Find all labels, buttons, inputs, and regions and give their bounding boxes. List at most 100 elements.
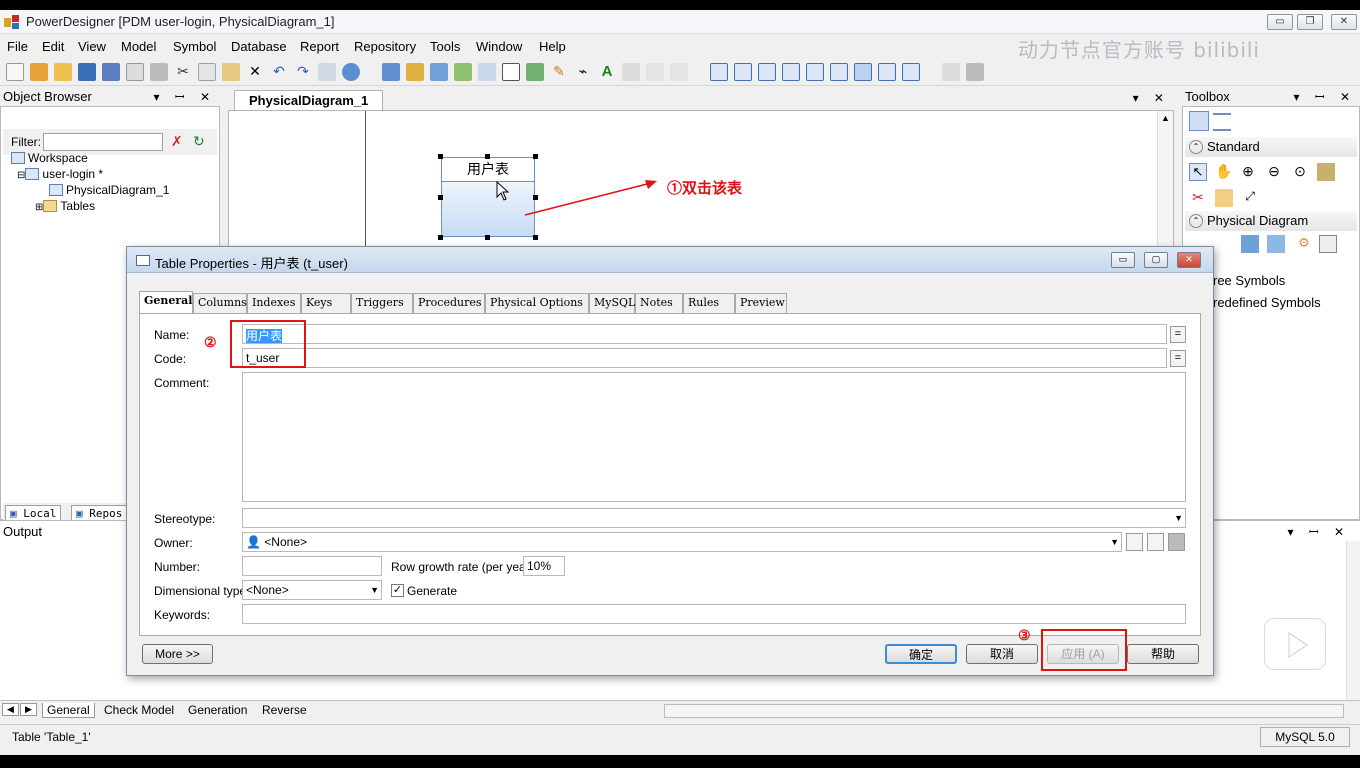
hand-tool-icon[interactable]: ✋ bbox=[1215, 163, 1233, 181]
owner-properties-icon[interactable] bbox=[1168, 533, 1185, 551]
name-field[interactable]: 用户表 bbox=[242, 324, 1167, 344]
arrow-right-icon[interactable] bbox=[670, 63, 688, 81]
tab-keys[interactable]: Keys bbox=[301, 293, 351, 313]
save-icon[interactable] bbox=[78, 63, 96, 81]
font-icon[interactable]: A bbox=[598, 63, 616, 81]
tree-item-diagram[interactable]: PhysicalDiagram_1 bbox=[49, 183, 169, 197]
cut-icon[interactable]: ✂ bbox=[174, 63, 192, 81]
save-all-icon[interactable] bbox=[102, 63, 120, 81]
new-owner-icon[interactable] bbox=[1126, 533, 1143, 551]
comment-field[interactable] bbox=[242, 372, 1186, 502]
dialog-maximize-button[interactable]: ▢ bbox=[1144, 252, 1168, 268]
layout-5-icon[interactable] bbox=[806, 63, 824, 81]
print-preview-icon[interactable] bbox=[126, 63, 144, 81]
pencil-icon[interactable]: ✎ bbox=[550, 63, 568, 81]
menu-view[interactable]: View bbox=[78, 39, 106, 54]
help-button[interactable]: 帮助 bbox=[1127, 644, 1199, 664]
paste-icon[interactable] bbox=[222, 63, 240, 81]
tab-columns[interactable]: Columns bbox=[193, 293, 247, 313]
redo-icon[interactable]: ↷ bbox=[294, 63, 312, 81]
new-model-icon[interactable] bbox=[30, 63, 48, 81]
menu-help[interactable]: Help bbox=[539, 39, 566, 54]
output-tab-reverse[interactable]: Reverse bbox=[258, 703, 311, 717]
dimensional-type-select[interactable]: <None> ▼ bbox=[242, 580, 382, 600]
new-icon[interactable] bbox=[6, 63, 24, 81]
pointer-tool-icon[interactable]: ↖ bbox=[1189, 163, 1207, 181]
arrow-left-icon[interactable] bbox=[646, 63, 664, 81]
open-icon[interactable] bbox=[54, 63, 72, 81]
copy-icon[interactable] bbox=[198, 63, 216, 81]
diagram-pane-controls[interactable]: ▾ ✕ bbox=[1133, 91, 1170, 105]
menu-repository[interactable]: Repository bbox=[354, 39, 416, 54]
cut-tool-icon[interactable]: ✂ bbox=[1189, 189, 1207, 207]
align-icon[interactable] bbox=[622, 63, 640, 81]
browse-icon[interactable] bbox=[342, 63, 360, 81]
export-icon[interactable] bbox=[942, 63, 960, 81]
tab-mysql[interactable]: MySQL bbox=[589, 293, 635, 313]
tab-physical-diagram[interactable]: PhysicalDiagram_1 bbox=[234, 90, 384, 110]
layout-3-icon[interactable] bbox=[758, 63, 776, 81]
tab-scroll-right-icon[interactable]: ▶ bbox=[20, 703, 37, 716]
table-tool-icon[interactable] bbox=[1241, 235, 1259, 253]
keywords-field[interactable] bbox=[242, 604, 1186, 624]
tree-item-workspace[interactable]: Workspace bbox=[11, 151, 88, 165]
undo-icon[interactable]: ↶ bbox=[270, 63, 288, 81]
row-growth-field[interactable]: 10% bbox=[523, 556, 565, 576]
tab-scroll-left-icon[interactable]: ◀ bbox=[2, 703, 19, 716]
dialog-minimize-button[interactable]: ▭ bbox=[1111, 252, 1135, 268]
cancel-button[interactable]: 取消 bbox=[966, 644, 1038, 664]
output-tab-general[interactable]: General bbox=[42, 703, 95, 718]
check-model-icon[interactable] bbox=[454, 63, 472, 81]
output-tab-generation[interactable]: Generation bbox=[184, 703, 251, 717]
selection-handle[interactable] bbox=[533, 235, 538, 240]
zoom-view-icon[interactable] bbox=[854, 63, 872, 81]
tab-general[interactable]: General bbox=[139, 291, 193, 313]
filter-input[interactable] bbox=[43, 133, 163, 151]
zoom-in-icon[interactable]: ⊕ bbox=[1239, 163, 1257, 181]
tree-item-model[interactable]: ⊟ user-login * bbox=[17, 167, 103, 181]
properties-icon[interactable] bbox=[318, 63, 336, 81]
link-tool-icon[interactable]: ⤢ bbox=[1241, 189, 1259, 207]
menu-model[interactable]: Model bbox=[121, 39, 156, 54]
tree-item-tables[interactable]: ⊞ Tables bbox=[35, 199, 95, 213]
selection-handle[interactable] bbox=[438, 235, 443, 240]
menu-file[interactable]: File bbox=[7, 39, 28, 54]
selection-handle[interactable] bbox=[533, 154, 538, 159]
diagram-icon[interactable] bbox=[430, 63, 448, 81]
brush-icon[interactable]: ⌁ bbox=[574, 63, 592, 81]
selection-handle[interactable] bbox=[438, 195, 443, 200]
output-pane-controls[interactable]: ▾ ꟷ ✕ bbox=[1287, 523, 1350, 540]
model-icon[interactable] bbox=[382, 63, 400, 81]
tab-procedures[interactable]: Procedures bbox=[413, 293, 485, 313]
output-tab-check-model[interactable]: Check Model bbox=[100, 703, 178, 717]
package-icon[interactable] bbox=[406, 63, 424, 81]
dialog-close-button[interactable]: ✕ bbox=[1177, 252, 1201, 268]
grid-icon[interactable] bbox=[526, 63, 544, 81]
pane-controls[interactable]: ▾ ꟷ ✕ bbox=[153, 88, 216, 106]
close-button[interactable]: ✕ bbox=[1331, 14, 1357, 30]
procedure-tool-icon[interactable]: ⚙ bbox=[1295, 235, 1313, 253]
menu-edit[interactable]: Edit bbox=[42, 39, 64, 54]
menu-window[interactable]: Window bbox=[476, 39, 522, 54]
code-field[interactable]: t_user bbox=[242, 348, 1167, 368]
toolbox-section-standard[interactable]: ⌃ Standard bbox=[1185, 137, 1357, 157]
grid-view-icon[interactable] bbox=[1189, 111, 1209, 131]
tab-notes[interactable]: Notes bbox=[635, 293, 683, 313]
reference-tool-icon[interactable] bbox=[1267, 235, 1285, 253]
tab-preview[interactable]: Preview bbox=[735, 293, 787, 313]
number-field[interactable] bbox=[242, 556, 382, 576]
menu-report[interactable]: Report bbox=[300, 39, 339, 54]
generate-checkbox[interactable]: ✓ bbox=[391, 584, 404, 597]
name-code-sync-button[interactable]: = bbox=[1170, 326, 1186, 343]
tab-triggers[interactable]: Triggers bbox=[351, 293, 413, 313]
tab-indexes[interactable]: Indexes bbox=[247, 293, 301, 313]
diagram-scrollbar[interactable]: ▲ bbox=[1157, 111, 1173, 251]
window-view-icon[interactable] bbox=[878, 63, 896, 81]
output-hscrollbar[interactable] bbox=[664, 704, 1344, 718]
more-button[interactable]: More >> bbox=[142, 644, 213, 664]
report-icon[interactable] bbox=[478, 63, 496, 81]
menu-tools[interactable]: Tools bbox=[430, 39, 460, 54]
minimize-button[interactable]: ▭ bbox=[1267, 14, 1293, 30]
output-scrollbar[interactable] bbox=[1346, 541, 1360, 701]
layout-1-icon[interactable] bbox=[710, 63, 728, 81]
